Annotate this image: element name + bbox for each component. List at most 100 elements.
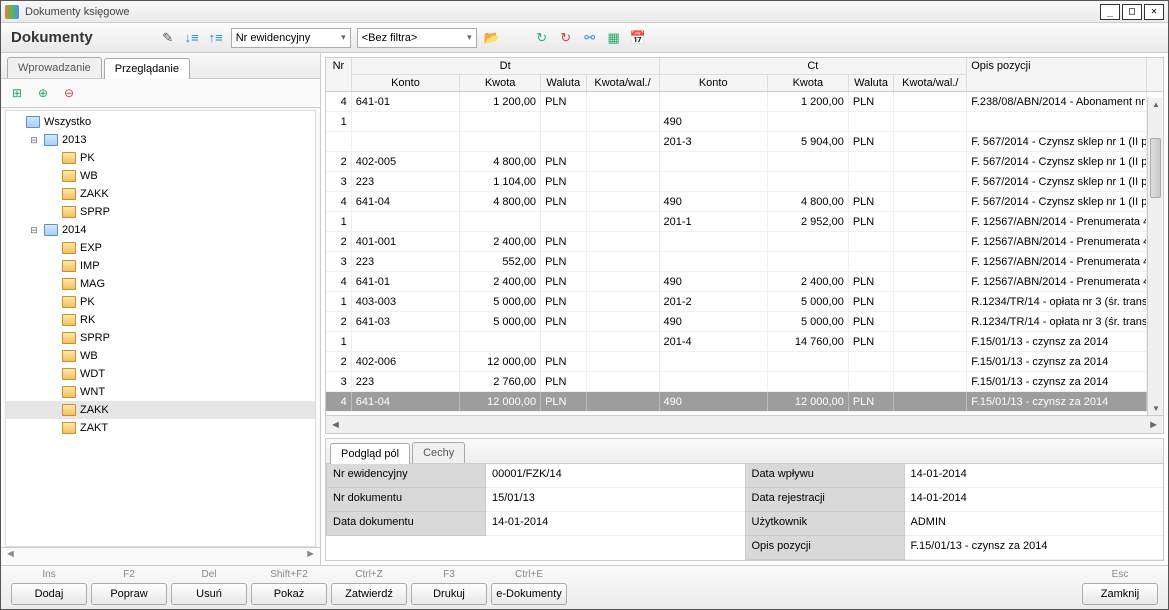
tree-node-sprp[interactable]: SPRP [6,203,315,221]
footer-zatwierdź-button[interactable]: Zatwierdź [331,583,407,605]
tree-node-zakt[interactable]: ZAKT [6,419,315,437]
maximize-button[interactable]: □ [1122,4,1142,20]
edit-icon[interactable]: ✎ [159,29,177,47]
table-row[interactable]: 4641-012 400,00PLN4902 400,00PLNF. 12567… [326,272,1163,292]
table-row[interactable]: 2401-0012 400,00PLNF. 12567/ABN/2014 - P… [326,232,1163,252]
footer-pokaż-button[interactable]: Pokaż [251,583,327,605]
refresh-red-icon[interactable]: ↻ [557,29,575,47]
tree-label: ZAKT [80,422,108,434]
col-dt-kwota[interactable]: Kwota [460,75,541,91]
tab-cechy[interactable]: Cechy [412,442,465,463]
detail-panel: Podgląd pól Cechy Nr ewidencyjny00001/FZ… [325,438,1164,561]
grid-icon[interactable]: ▦ [605,29,623,47]
table-row[interactable]: 2402-00612 000,00PLNF.15/01/13 - czynsz … [326,352,1163,372]
sort-asc-icon[interactable]: ↓≡ [183,29,201,47]
window-title: Dokumenty księgowe [25,6,1100,18]
tree-label: SPRP [80,206,110,218]
app-icon [5,5,19,19]
footer-popraw-button[interactable]: Popraw [91,583,167,605]
table-row[interactable]: 3223552,00PLNF. 12567/ABN/2014 - Prenume… [326,252,1163,272]
tree-label: RK [80,314,95,326]
tree-node-pk[interactable]: PK [6,149,315,167]
tab-wprowadzanie[interactable]: Wprowadzanie [7,57,102,78]
table-row[interactable]: 1201-12 952,00PLNF. 12567/ABN/2014 - Pre… [326,212,1163,232]
tree-node-wdt[interactable]: WDT [6,365,315,383]
tree-node-mag[interactable]: MAG [6,275,315,293]
tree-toggle-icon[interactable]: ⊟ [28,135,40,146]
table-row[interactable]: 1490 [326,112,1163,132]
tree-remove-icon[interactable]: ⊖ [61,85,77,101]
table-row[interactable]: 32231 104,00PLNF. 567/2014 - Czynsz skle… [326,172,1163,192]
detail-label: Data wpływu [745,464,905,488]
minimize-button[interactable]: _ [1100,4,1120,20]
table-row[interactable]: 4641-0412 000,00PLN49012 000,00PLNF.15/0… [326,392,1163,412]
tree-node-2014[interactable]: ⊟2014 [6,221,315,239]
tree-node-rk[interactable]: RK [6,311,315,329]
sort-desc-icon[interactable]: ↑≡ [207,29,225,47]
table-row[interactable]: 201-35 904,00PLNF. 567/2014 - Czynsz skl… [326,132,1163,152]
tree-node-zakk[interactable]: ZAKK [6,401,315,419]
tree-label: IMP [80,260,100,272]
footer-dodaj-button[interactable]: Dodaj [11,583,87,605]
tree-node-2013[interactable]: ⊟ 2013 [6,131,315,149]
tab-podglad-pol[interactable]: Podgląd pól [330,443,410,464]
col-nr[interactable]: Nr [326,58,352,75]
table-row[interactable]: 32232 760,00PLNF.15/01/13 - czynsz za 20… [326,372,1163,392]
col-ct-kwwal[interactable]: Kwota/wal./ [894,75,967,91]
link-icon[interactable]: ⚯ [581,29,599,47]
col-dt-konto[interactable]: Konto [352,75,460,91]
folder-open-icon[interactable]: 📂 [483,29,501,47]
tree-node-wb[interactable]: WB [6,167,315,185]
detail-value: ADMIN [905,512,1164,536]
tree-expand-icon[interactable]: ⊞ [9,85,25,101]
tree-label: 2013 [62,134,86,146]
footer-usuń-button[interactable]: Usuń [171,583,247,605]
tree-node-wb[interactable]: WB [6,347,315,365]
footer-close-button[interactable]: Zamknij [1082,583,1158,605]
tree-node-wszystko[interactable]: Wszystko [6,113,315,131]
tree-node-wnt[interactable]: WNT [6,383,315,401]
tab-przegladanie[interactable]: Przeglądanie [104,58,190,79]
table-row[interactable]: 1201-414 760,00PLNF.15/01/13 - czynsz za… [326,332,1163,352]
table-row[interactable]: 2641-035 000,00PLN4905 000,00PLNR.1234/T… [326,312,1163,332]
detail-value: 14-01-2014 [905,464,1164,488]
tree-node-imp[interactable]: IMP [6,257,315,275]
sort-field-combo[interactable]: Nr ewidencyjny [231,28,351,48]
folder-icon [62,314,76,326]
close-button[interactable]: ✕ [1144,4,1164,20]
refresh-icon[interactable]: ↻ [533,29,551,47]
detail-value: 15/01/13 [486,488,745,512]
col-ct-kwota[interactable]: Kwota [768,75,849,91]
col-opis[interactable]: Opis pozycji [967,58,1147,75]
tree-toggle-icon[interactable]: ⊟ [28,225,40,236]
col-dt-waluta[interactable]: Waluta [541,75,586,91]
folder-tree[interactable]: Wszystko⊟2013PKWBZAKKSPRP⊟2014EXPIMPMAGP… [5,110,316,547]
footer-drukuj-button[interactable]: Drukuj [411,583,487,605]
documents-grid[interactable]: Nr Dt Ct Opis pozycji Konto Kwota Waluta… [325,57,1164,434]
tree-node-pk[interactable]: PK [6,293,315,311]
table-row[interactable]: 4641-044 800,00PLN4904 800,00PLNF. 567/2… [326,192,1163,212]
calendar-icon[interactable]: 📅 [629,29,647,47]
tree-node-zakk[interactable]: ZAKK [6,185,315,203]
shortcut-hint: F2 [89,569,169,583]
grid-vscroll-thumb[interactable] [1150,138,1161,198]
grid-hscrollbar[interactable]: ◄► [326,415,1163,433]
table-row[interactable]: 1403-0035 000,00PLN201-25 000,00PLNR.123… [326,292,1163,312]
footer-e-dokumenty-button[interactable]: e-Dokumenty [491,583,567,605]
filter-combo[interactable]: <Bez filtra> [357,28,477,48]
grid-vscrollbar[interactable]: ▲ ▼ [1147,98,1163,415]
table-row[interactable]: 2402-0054 800,00PLNF. 567/2014 - Czynsz … [326,152,1163,172]
folder-icon [62,278,76,290]
tree-node-sprp[interactable]: SPRP [6,329,315,347]
col-ct[interactable]: Ct [660,58,968,75]
col-dt[interactable]: Dt [352,58,660,75]
tree-label: WB [80,170,98,182]
col-dt-kwwal[interactable]: Kwota/wal./ [587,75,660,91]
page-title: Dokumenty [11,29,93,46]
table-row[interactable]: 4641-011 200,00PLN1 200,00PLNF.238/08/AB… [326,92,1163,112]
tree-node-exp[interactable]: EXP [6,239,315,257]
col-ct-konto[interactable]: Konto [660,75,768,91]
tree-add-icon[interactable]: ⊕ [35,85,51,101]
col-ct-waluta[interactable]: Waluta [849,75,894,91]
titlebar[interactable]: Dokumenty księgowe _ □ ✕ [1,1,1168,23]
